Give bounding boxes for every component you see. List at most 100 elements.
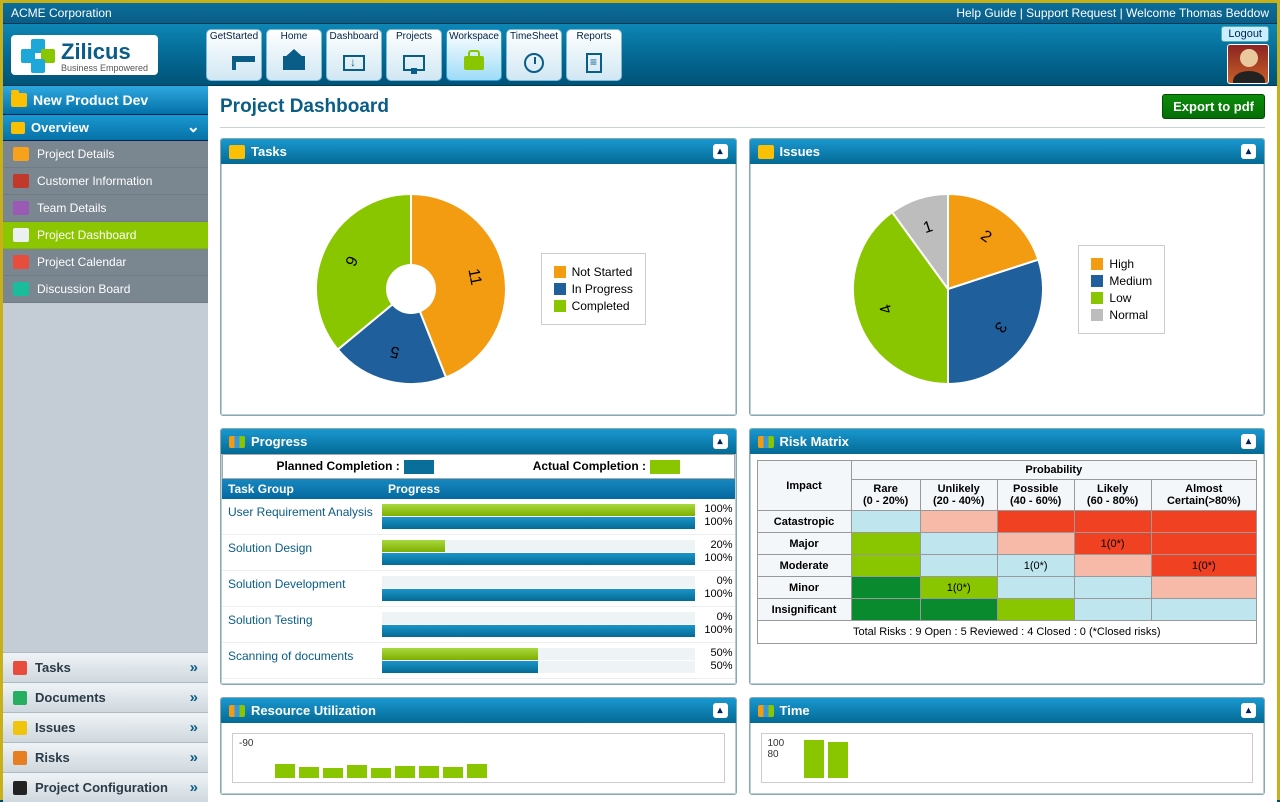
resource-chart: -90 [232, 733, 725, 783]
progress-row: Scanning of documents 50% 50% [222, 643, 735, 679]
svg-text:11: 11 [464, 267, 484, 287]
item-icon [13, 147, 29, 161]
nav-getstarted[interactable]: GetStarted [206, 29, 262, 81]
nav-timesheet[interactable]: TimeSheet [506, 29, 562, 81]
item-icon [13, 282, 29, 296]
risk-row: Moderate1(0*)1(0*) [757, 555, 1257, 577]
tasks-legend: Not Started In Progress Completed [541, 253, 646, 325]
panel-time: Time▴ 100 80 [749, 697, 1266, 795]
nav-projects[interactable]: Projects [386, 29, 442, 81]
header: Zilicus Business Empowered GetStartedHom… [3, 24, 1277, 86]
collapse-icon[interactable]: ▴ [713, 703, 728, 718]
nav-dashboard[interactable]: Dashboard [326, 29, 382, 81]
help-link[interactable]: Help Guide [956, 6, 1016, 20]
chevron-right-icon [190, 719, 198, 736]
panel-tasks: Tasks▴ 1159 Not StartedIn ProgressComple… [220, 138, 737, 416]
sidebar-item-team-details[interactable]: Team Details [3, 195, 208, 222]
logo-icon [21, 39, 55, 73]
logo[interactable]: Zilicus Business Empowered [11, 35, 196, 75]
item-icon [13, 174, 29, 188]
user-box: Logout [1221, 26, 1269, 84]
progress-row: Solution Testing 0% 100% [222, 607, 735, 643]
progress-row: Solution Development 0% 100% [222, 571, 735, 607]
chevron-right-icon [190, 689, 198, 706]
risk-row: Catastropic [757, 511, 1257, 533]
brand-name: Zilicus [61, 39, 148, 65]
risk-matrix-table: ImpactProbability Rare (0 - 20%)Unlikely… [757, 460, 1258, 621]
sidebar-nav-issues[interactable]: Issues [3, 712, 208, 742]
risk-row: Major1(0*) [757, 533, 1257, 555]
chevron-right-icon [190, 749, 198, 766]
chevron-right-icon [190, 779, 198, 796]
risk-row: Minor1(0*) [757, 577, 1257, 599]
legend-item: Not Started [554, 265, 633, 279]
support-link[interactable]: Support Request [1026, 6, 1116, 20]
sidebar-nav-tasks[interactable]: Tasks [3, 652, 208, 682]
nav-home[interactable]: Home [266, 29, 322, 81]
issues-legend: High Medium Low Normal [1078, 245, 1165, 334]
legend-item: Low [1091, 291, 1152, 305]
legend-item: Medium [1091, 274, 1152, 288]
bar-chart-icon [758, 705, 774, 717]
logout-button[interactable]: Logout [1221, 26, 1269, 42]
sidebar-item-customer-information[interactable]: Customer Information [3, 168, 208, 195]
export-pdf-button[interactable]: Export to pdf [1162, 94, 1265, 119]
sidebar-item-project-dashboard[interactable]: Project Dashboard [3, 222, 208, 249]
nav-icon [13, 721, 27, 735]
sidebar-section-overview[interactable]: Overview [3, 115, 208, 141]
nav-icon [13, 781, 27, 795]
legend-item: Completed [554, 299, 633, 313]
item-icon [13, 255, 29, 269]
sidebar-item-project-calendar[interactable]: Project Calendar [3, 249, 208, 276]
progress-header: Task Group Progress [222, 479, 735, 499]
time-chart: 100 80 [761, 733, 1254, 783]
legend-item: High [1091, 257, 1152, 271]
sidebar-project-name[interactable]: New Product Dev [3, 86, 208, 115]
panel-progress: Progress▴ Planned Completion : Actual Co… [220, 428, 737, 685]
sidebar-item-discussion-board[interactable]: Discussion Board [3, 276, 208, 303]
progress-legend: Planned Completion : Actual Completion : [222, 454, 735, 479]
chevron-down-icon [187, 120, 200, 135]
topbar: ACME Corporation Help Guide | Support Re… [3, 3, 1277, 24]
nav-icon [13, 751, 27, 765]
panel-resource: Resource Utilization▴ -90 [220, 697, 737, 795]
bar-chart-icon [229, 436, 245, 448]
folder-icon [11, 93, 27, 107]
panel-risk-matrix: Risk Matrix▴ ImpactProbability Rare (0 -… [749, 428, 1266, 685]
collapse-icon[interactable]: ▴ [713, 144, 728, 159]
collapse-icon[interactable]: ▴ [1241, 434, 1256, 449]
content: Project Dashboard Export to pdf Tasks▴ 1… [208, 86, 1277, 802]
collapse-icon[interactable]: ▴ [1241, 144, 1256, 159]
corp-name: ACME Corporation [11, 6, 112, 20]
sidebar-nav-risks[interactable]: Risks [3, 742, 208, 772]
bar-chart-icon [229, 705, 245, 717]
folder-icon [229, 145, 245, 159]
nav-reports[interactable]: Reports [566, 29, 622, 81]
risk-row: Insignificant [757, 599, 1257, 621]
sidebar-item-project-details[interactable]: Project Details [3, 141, 208, 168]
welcome-user[interactable]: Welcome Thomas Beddow [1126, 6, 1269, 20]
risk-footer: Total Risks : 9 Open : 5 Reviewed : 4 Cl… [757, 621, 1258, 644]
legend-item: Normal [1091, 308, 1152, 322]
collapse-icon[interactable]: ▴ [1241, 703, 1256, 718]
progress-row: Solution Design 20% 100% [222, 535, 735, 571]
issues-chart: 2341 [848, 189, 1048, 389]
chevron-right-icon [190, 659, 198, 676]
nav-workspace[interactable]: Workspace [446, 29, 502, 81]
bar-chart-icon [758, 436, 774, 448]
item-icon [13, 228, 29, 242]
item-icon [13, 201, 29, 215]
page-title: Project Dashboard [220, 96, 389, 118]
nav-icon [13, 661, 27, 675]
panel-issues: Issues▴ 2341 HighMediumLowNormal [749, 138, 1266, 416]
folder-icon [11, 122, 25, 134]
sidebar-nav-project-configuration[interactable]: Project Configuration [3, 772, 208, 802]
sidebar: New Product Dev Overview Project Details… [3, 86, 208, 802]
progress-row: User Requirement Analysis 100% 100% [222, 499, 735, 535]
collapse-icon[interactable]: ▴ [713, 434, 728, 449]
avatar[interactable] [1227, 44, 1269, 84]
sidebar-nav-documents[interactable]: Documents [3, 682, 208, 712]
topbar-links: Help Guide | Support Request | Welcome T… [956, 6, 1269, 20]
tasks-chart: 1159 [311, 189, 511, 389]
legend-item: In Progress [554, 282, 633, 296]
